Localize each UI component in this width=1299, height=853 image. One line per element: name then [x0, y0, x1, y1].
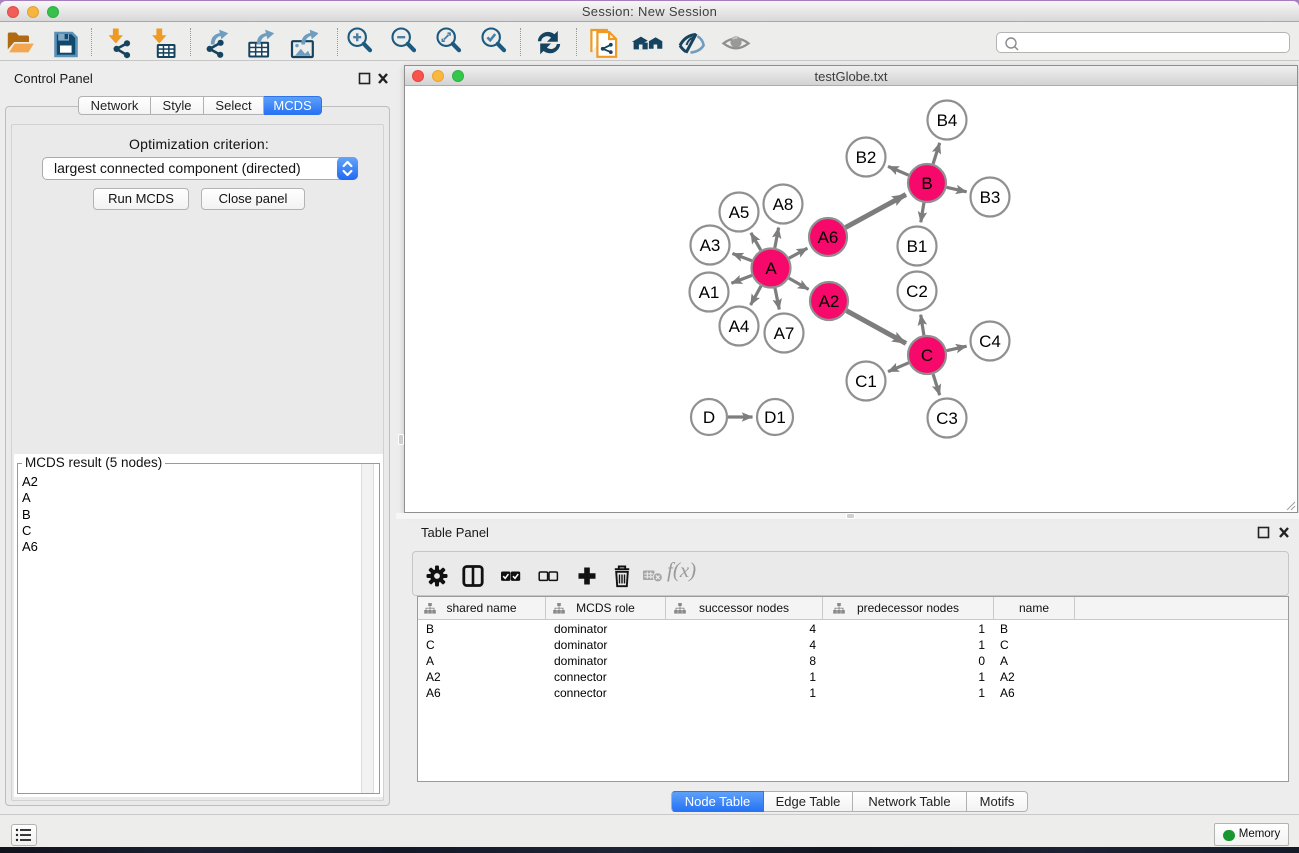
svg-text:A4: A4	[729, 317, 750, 336]
svg-text:A2: A2	[819, 292, 840, 311]
svg-text:A8: A8	[773, 195, 794, 214]
svg-text:D: D	[703, 408, 715, 427]
svg-text:B: B	[921, 174, 932, 193]
svg-text:C4: C4	[979, 332, 1001, 351]
svg-text:A6: A6	[818, 228, 839, 247]
svg-text:B4: B4	[937, 111, 958, 130]
svg-text:C: C	[921, 346, 933, 365]
svg-text:A5: A5	[729, 203, 750, 222]
svg-text:A3: A3	[700, 236, 721, 255]
svg-text:A7: A7	[774, 324, 795, 343]
svg-text:A1: A1	[699, 283, 720, 302]
svg-text:B2: B2	[856, 148, 877, 167]
svg-text:B3: B3	[980, 188, 1001, 207]
svg-text:C2: C2	[906, 282, 928, 301]
svg-text:B1: B1	[907, 237, 928, 256]
svg-text:A: A	[765, 259, 777, 278]
svg-text:C3: C3	[936, 409, 958, 428]
svg-text:D1: D1	[764, 408, 786, 427]
svg-text:C1: C1	[855, 372, 877, 391]
